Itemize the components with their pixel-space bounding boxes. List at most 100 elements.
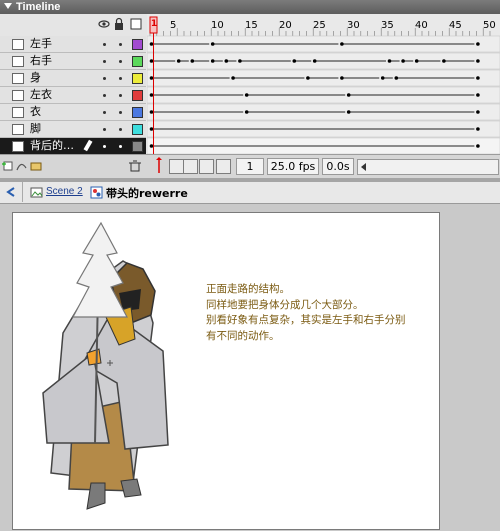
layer-row-cloth[interactable]: 衣: [0, 104, 146, 121]
keyframe-marker[interactable]: [149, 110, 154, 114]
outline-color-swatch[interactable]: [132, 124, 143, 135]
lock-dot[interactable]: [119, 111, 122, 114]
frame-rate-field[interactable]: 25.0 fps: [267, 158, 319, 175]
modify-onion-markers-button[interactable]: [216, 159, 231, 174]
scroll-left-icon[interactable]: [361, 163, 366, 171]
keyframe-marker[interactable]: [190, 59, 195, 63]
insert-layer-icon[interactable]: [2, 161, 13, 171]
layer-row-right-hand[interactable]: 右手: [0, 53, 146, 70]
outline-icon[interactable]: [130, 18, 142, 30]
keyframe-marker[interactable]: [414, 59, 419, 63]
layer-icon: [12, 90, 24, 101]
keyframe-marker[interactable]: [149, 127, 154, 131]
keyframe-marker[interactable]: [149, 76, 154, 80]
stage[interactable]: 正面走路的结构。 同样地要把身体分成几个大部分。 别看好象有点复杂，其实是左手和…: [12, 212, 440, 530]
keyframe-marker[interactable]: [394, 76, 399, 80]
onion-skin-button[interactable]: [169, 159, 184, 174]
layer-icon: [12, 107, 24, 118]
ruler-label: 10: [211, 20, 224, 31]
layer-row-body[interactable]: 身: [0, 70, 146, 87]
lock-dot[interactable]: [119, 94, 122, 97]
layer-row-left-cloth[interactable]: 左衣: [0, 87, 146, 104]
keyframe-marker[interactable]: [292, 59, 297, 63]
current-frame-field[interactable]: 1: [236, 158, 264, 175]
annotation-line: 有不同的动作。: [206, 329, 280, 342]
keyframe-marker[interactable]: [231, 76, 235, 80]
annotation-line: 同样地要把身体分成几个大部分。: [206, 298, 364, 311]
layer-row-left-hand[interactable]: 左手: [0, 36, 146, 53]
keyframe-marker[interactable]: [149, 144, 154, 148]
keyframe-marker[interactable]: [346, 93, 351, 97]
visibility-dot[interactable]: [103, 43, 106, 46]
scene-icon: [30, 187, 43, 198]
outline-color-swatch[interactable]: [132, 73, 143, 84]
visibility-dot[interactable]: [103, 94, 106, 97]
visibility-dot[interactable]: [103, 111, 106, 114]
keyframe-marker[interactable]: [387, 59, 392, 63]
keyframe-marker[interactable]: [401, 59, 405, 63]
keyframe-marker[interactable]: [210, 42, 215, 46]
lock-dot[interactable]: [119, 77, 122, 80]
elapsed-time-field[interactable]: 0.0s: [322, 158, 354, 175]
keyframe-marker[interactable]: [476, 76, 480, 80]
keyframe-marker[interactable]: [476, 110, 480, 114]
keyframe-marker[interactable]: [476, 93, 480, 97]
keyframe-marker[interactable]: [476, 127, 480, 131]
keyframe-marker[interactable]: [312, 59, 317, 63]
keyframe-marker[interactable]: [149, 42, 154, 46]
eye-icon[interactable]: [98, 20, 110, 28]
keyframe-marker[interactable]: [238, 59, 242, 63]
keyframe-marker[interactable]: [346, 110, 351, 114]
symbol-breadcrumb[interactable]: 带头的rewerre: [106, 185, 188, 201]
visibility-dot[interactable]: [103, 145, 106, 148]
center-frame-icon[interactable]: [154, 156, 164, 176]
lock-dot[interactable]: [119, 43, 122, 46]
panel-title: Timeline: [16, 1, 61, 13]
layer-row-feet[interactable]: 脚: [0, 121, 146, 138]
lock-icon[interactable]: [115, 17, 123, 31]
keyframe-marker[interactable]: [306, 76, 310, 80]
wanderer-character[interactable]: [13, 213, 441, 531]
horizontal-scrollbar[interactable]: [357, 159, 499, 175]
outline-color-swatch[interactable]: [132, 39, 143, 50]
layer-row-back[interactable]: 背后的…: [0, 138, 146, 155]
keyframe-marker[interactable]: [149, 59, 154, 63]
outline-color-swatch[interactable]: [132, 90, 143, 101]
keyframe-marker[interactable]: [476, 42, 480, 46]
trash-icon[interactable]: [129, 160, 141, 172]
lock-dot[interactable]: [119, 128, 122, 131]
keyframe-marker[interactable]: [340, 42, 344, 46]
keyframe-marker[interactable]: [442, 59, 446, 63]
lock-dot[interactable]: [119, 60, 122, 63]
outline-color-swatch[interactable]: [132, 141, 143, 152]
ruler-label: 15: [245, 20, 258, 31]
keyframe-marker[interactable]: [380, 76, 385, 80]
visibility-dot[interactable]: [103, 77, 106, 80]
visibility-dot[interactable]: [103, 60, 106, 63]
timeline-title-bar[interactable]: Timeline: [0, 0, 500, 14]
outline-color-swatch[interactable]: [132, 107, 143, 118]
keyframe-marker[interactable]: [476, 144, 480, 148]
collapse-triangle-icon[interactable]: [4, 3, 12, 9]
keyframe-marker[interactable]: [340, 76, 344, 80]
back-arrow-icon[interactable]: [2, 182, 22, 202]
scene-breadcrumb[interactable]: Scene 2: [46, 186, 83, 197]
keyframe-marker[interactable]: [476, 59, 480, 63]
onion-skin-outlines-button[interactable]: [183, 159, 198, 174]
keyframe-marker[interactable]: [244, 93, 249, 97]
frames-area[interactable]: 1 5 10 15 20 25 30 35 40 45 50: [147, 14, 500, 177]
ruler-label: 25: [313, 20, 326, 31]
outline-color-swatch[interactable]: [132, 56, 143, 67]
edit-multiple-frames-button[interactable]: [199, 159, 214, 174]
lock-dot[interactable]: [119, 145, 122, 148]
layer-name: 右手: [30, 54, 52, 67]
keyframe-marker[interactable]: [176, 59, 181, 63]
keyframe-marker[interactable]: [149, 93, 154, 97]
insert-folder-icon[interactable]: [30, 162, 42, 171]
keyframe-marker[interactable]: [244, 110, 249, 114]
layer-name: 左手: [30, 37, 52, 50]
add-motion-guide-icon[interactable]: [16, 163, 27, 171]
keyframe-marker[interactable]: [224, 59, 229, 63]
visibility-dot[interactable]: [103, 128, 106, 131]
keyframe-marker[interactable]: [210, 59, 215, 63]
